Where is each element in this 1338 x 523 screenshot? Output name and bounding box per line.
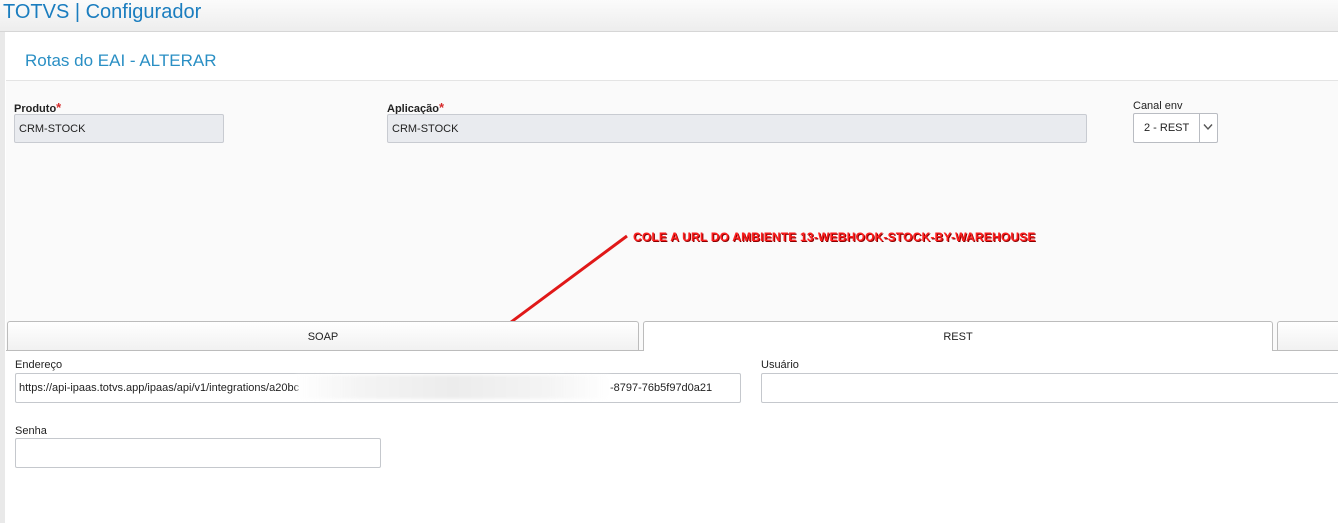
endereco-value-start: https://api-ipaas.totvs.app/ipaas/api/v1… <box>19 382 300 394</box>
endereco-value-end: -8797-76b5f97d0a21 <box>610 382 713 394</box>
canal-env-select[interactable]: 2 - REST <box>1133 113 1218 143</box>
produto-required-mark: * <box>56 100 62 115</box>
senha-field[interactable] <box>15 438 381 468</box>
annotation-text: COLE A URL DO AMBIENTE 13-WEBHOOK-STOCK-… <box>633 230 1036 244</box>
produto-label: Produto* <box>14 100 61 115</box>
form-header: Rotas do EAI - ALTERAR <box>6 40 1338 81</box>
aplicacao-label: Aplicação* <box>387 100 444 115</box>
endereco-label: Endereço <box>15 359 63 371</box>
app-header: TOTVS | Configurador <box>0 0 1338 32</box>
left-rail <box>0 32 5 523</box>
app-title: TOTVS | Configurador <box>3 1 202 23</box>
usuario-label: Usuário <box>761 359 799 371</box>
aplicacao-required-mark: * <box>438 100 445 115</box>
canal-env-value: 2 - REST <box>1144 122 1190 134</box>
tab-rest[interactable]: REST <box>643 321 1273 352</box>
produto-field[interactable]: CRM-STOCK <box>14 114 224 143</box>
canal-env-label: Canal env <box>1133 100 1183 112</box>
chevron-down-icon <box>1203 124 1213 131</box>
tab-soap[interactable]: SOAP <box>7 321 639 351</box>
senha-label: Senha <box>15 425 47 437</box>
form-title: Rotas do EAI - ALTERAR <box>25 51 217 70</box>
canal-env-dropdown-button[interactable] <box>1199 114 1217 142</box>
aplicacao-field[interactable]: CRM-STOCK <box>387 114 1087 143</box>
tab-overflow[interactable] <box>1277 321 1338 351</box>
redacted-region <box>296 375 610 399</box>
usuario-field[interactable] <box>761 373 1338 403</box>
